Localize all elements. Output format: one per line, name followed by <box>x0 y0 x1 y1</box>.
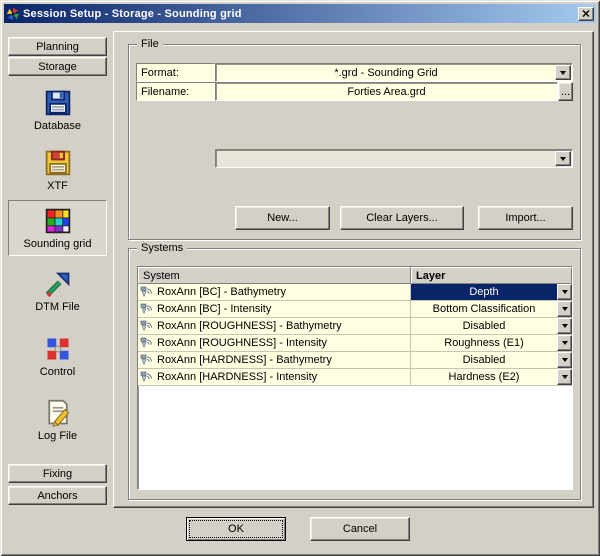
layer-dropdown-button[interactable] <box>557 284 572 300</box>
sidebar-button-label: Anchors <box>37 490 77 502</box>
column-header-layer[interactable]: Layer <box>411 267 572 284</box>
session-setup-window: Session Setup - Storage - Sounding grid … <box>0 0 600 556</box>
system-cell[interactable]: RoxAnn [ROUGHNESS] - Bathymetry <box>138 318 411 334</box>
format-combobox[interactable]: *.grd - Sounding Grid <box>215 63 573 82</box>
sounder-icon <box>140 286 154 298</box>
systems-table: System Layer RoxAnn [BC] - Bathymetry De… <box>137 266 573 490</box>
layer-combobox[interactable]: Bottom Classification <box>411 301 572 317</box>
browse-button[interactable]: ... <box>558 82 573 101</box>
sidebar-item-label: Log File <box>38 430 77 442</box>
sounder-icon <box>140 320 154 332</box>
chevron-down-icon <box>562 324 568 328</box>
layer-dropdown-button[interactable] <box>557 335 572 351</box>
main-panel: File Format: *.grd - Sounding Grid Filen… <box>113 31 594 508</box>
sidebar-button-storage[interactable]: Storage <box>8 57 107 76</box>
system-cell[interactable]: RoxAnn [ROUGHNESS] - Intensity <box>138 335 411 351</box>
layer-dropdown-button[interactable] <box>557 352 572 368</box>
filename-label: Filename: <box>136 82 215 101</box>
chevron-down-icon <box>562 341 568 345</box>
window-title: Session Setup - Storage - Sounding grid <box>23 8 575 20</box>
sounder-icon <box>140 337 154 349</box>
format-dropdown-button[interactable] <box>555 65 571 80</box>
layer-combobox[interactable]: Depth <box>411 284 572 300</box>
sidebar-button-label: Fixing <box>43 468 72 480</box>
close-button[interactable] <box>578 7 594 21</box>
layer-combobox[interactable]: Disabled <box>411 352 572 368</box>
import-button[interactable]: Import... <box>478 206 573 230</box>
cancel-button[interactable]: Cancel <box>310 517 410 541</box>
sidebar-item-control[interactable]: Control <box>8 330 107 382</box>
sidebar-item-label: DTM File <box>35 301 80 313</box>
sidebar-item-database[interactable]: Database <box>8 84 107 136</box>
format-label: Format: <box>136 63 215 82</box>
sidebar-item-dtm-file[interactable]: DTM File <box>8 264 107 318</box>
chevron-down-icon <box>562 358 568 362</box>
table-row: RoxAnn [HARDNESS] - Intensity Hardness (… <box>138 369 572 386</box>
layer-combobox[interactable]: Hardness (E2) <box>411 369 572 385</box>
table-row: RoxAnn [ROUGHNESS] - Bathymetry Disabled <box>138 318 572 335</box>
sidebar-button-fixing[interactable]: Fixing <box>8 464 107 483</box>
table-row: RoxAnn [BC] - Intensity Bottom Classific… <box>138 301 572 318</box>
file-group: File Format: *.grd - Sounding Grid Filen… <box>128 44 581 240</box>
layer-combobox[interactable]: Disabled <box>411 318 572 334</box>
table-row: RoxAnn [HARDNESS] - Bathymetry Disabled <box>138 352 572 369</box>
systems-group-title: Systems <box>137 241 187 255</box>
extra-dropdown-button[interactable] <box>555 151 571 166</box>
new-button[interactable]: New... <box>235 206 330 230</box>
sidebar-item-log-file[interactable]: Log File <box>8 392 107 448</box>
system-cell[interactable]: RoxAnn [HARDNESS] - Intensity <box>138 369 411 385</box>
chevron-down-icon <box>560 71 566 75</box>
sounder-icon <box>140 354 154 366</box>
chevron-down-icon <box>562 290 568 294</box>
systems-table-header: System Layer <box>138 267 572 284</box>
titlebar: Session Setup - Storage - Sounding grid <box>4 4 596 23</box>
filename-field[interactable]: Forties Area.grd <box>215 82 558 101</box>
system-cell[interactable]: RoxAnn [BC] - Intensity <box>138 301 411 317</box>
sidebar-item-label: XTF <box>47 180 68 192</box>
chevron-down-icon <box>562 307 568 311</box>
chevron-down-icon <box>562 375 568 379</box>
system-cell[interactable]: RoxAnn [HARDNESS] - Bathymetry <box>138 352 411 368</box>
file-group-title: File <box>137 37 163 51</box>
filename-value: Forties Area.grd <box>347 86 425 98</box>
chevron-down-icon <box>560 157 566 161</box>
database-disk-icon <box>44 89 72 117</box>
xtf-disk-icon <box>44 149 72 177</box>
systems-group: Systems System Layer RoxAnn [BC] - Bathy… <box>128 248 581 500</box>
sidebar-item-label: Control <box>40 366 75 378</box>
sidebar-button-label: Storage <box>38 61 77 73</box>
sounder-icon <box>140 371 154 383</box>
sidebar-button-anchors[interactable]: Anchors <box>8 486 107 505</box>
sidebar-item-label: Sounding grid <box>24 238 92 250</box>
system-cell[interactable]: RoxAnn [BC] - Bathymetry <box>138 284 411 300</box>
layer-dropdown-button[interactable] <box>557 318 572 334</box>
sounding-grid-icon <box>44 207 72 235</box>
app-icon <box>6 7 20 21</box>
layer-dropdown-button[interactable] <box>557 301 572 317</box>
column-header-system[interactable]: System <box>138 267 411 284</box>
sidebar-item-sounding-grid[interactable]: Sounding grid <box>8 200 107 256</box>
dtm-file-icon <box>44 270 72 298</box>
format-value: *.grd - Sounding Grid <box>334 67 437 79</box>
table-row: RoxAnn [BC] - Bathymetry Depth <box>138 284 572 301</box>
layer-dropdown-button[interactable] <box>557 369 572 385</box>
sidebar-button-label: Planning <box>36 41 79 53</box>
close-icon <box>582 10 590 17</box>
extra-combobox[interactable] <box>215 149 573 168</box>
table-row: RoxAnn [ROUGHNESS] - Intensity Roughness… <box>138 335 572 352</box>
control-icon <box>44 335 72 363</box>
sidebar-item-xtf[interactable]: XTF <box>8 144 107 196</box>
layer-combobox[interactable]: Roughness (E1) <box>411 335 572 351</box>
sidebar-button-planning[interactable]: Planning <box>8 37 107 56</box>
sidebar-item-label: Database <box>34 120 81 132</box>
clear-layers-button[interactable]: Clear Layers... <box>340 206 464 230</box>
log-file-icon <box>44 399 72 427</box>
sounder-icon <box>140 303 154 315</box>
ok-button[interactable]: OK <box>186 517 286 541</box>
